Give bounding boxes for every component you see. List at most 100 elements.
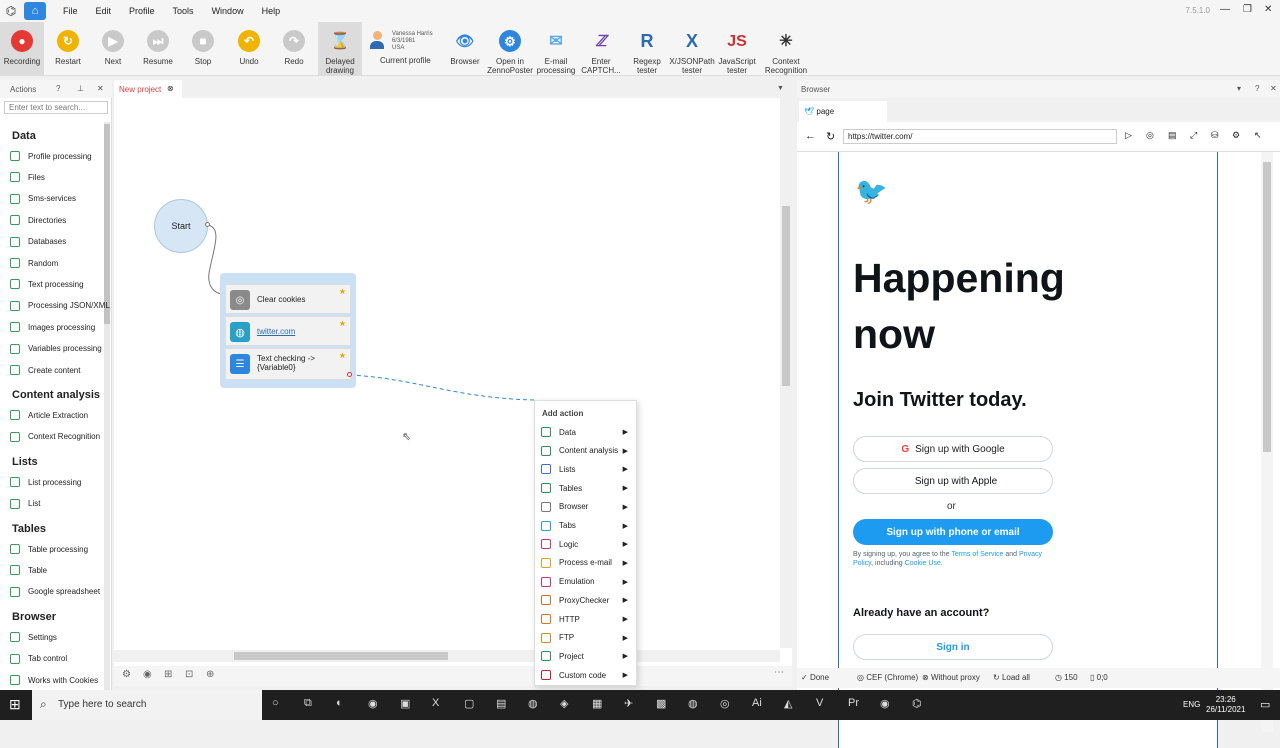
- back-icon[interactable]: ←: [805, 130, 816, 142]
- paint-icon[interactable]: ◈: [560, 697, 568, 710]
- action-group[interactable]: ◎ Clear cookies ★ ◍ twitter.com ★ ☰ Text…: [220, 273, 356, 388]
- taskbar-clock[interactable]: 23:26 26/11/2021: [1206, 695, 1245, 715]
- chrome-icon[interactable]: ◍: [688, 697, 698, 710]
- action-clear-cookies[interactable]: ◎ Clear cookies ★: [225, 284, 351, 314]
- recording-button[interactable]: ● Recording: [0, 22, 44, 76]
- reload-icon[interactable]: ↻: [826, 130, 835, 143]
- open-in-zennoposter-button[interactable]: ⚙ Open in ZennoPoster: [487, 22, 533, 76]
- menu-item[interactable]: HTTP ▶: [535, 610, 636, 628]
- browser-scrollbar[interactable]: [1261, 152, 1273, 732]
- action-list-item[interactable]: Table processing: [10, 544, 88, 554]
- close-icon[interactable]: ✕: [1264, 4, 1272, 15]
- engine-status[interactable]: ◎ CEF (Chrome): [857, 673, 918, 682]
- illustrator-icon[interactable]: Ai: [752, 697, 762, 709]
- action-list-item[interactable]: Article Extraction: [10, 410, 88, 421]
- cookies-icon[interactable]: ⛁: [1211, 130, 1219, 141]
- action-list-item[interactable]: Works with Cookies: [10, 675, 98, 685]
- tab-new-project[interactable]: New project ⊗: [114, 80, 182, 98]
- settings-icon[interactable]: ⚙: [122, 669, 131, 680]
- action-list-item[interactable]: Settings: [10, 632, 57, 643]
- user-icon[interactable]: ◉: [143, 669, 152, 680]
- more-icon[interactable]: ⋯: [774, 667, 784, 678]
- fail-output-port[interactable]: [347, 372, 352, 377]
- firefox-icon[interactable]: ◉: [368, 697, 378, 710]
- task-view-icon[interactable]: ⧉: [304, 697, 312, 710]
- excel-icon[interactable]: X: [432, 697, 439, 709]
- edge-icon[interactable]: ◐: [336, 697, 343, 709]
- project-canvas[interactable]: Start ◎ Clear cookies ★ ◍ twitter.com ★ …: [114, 98, 792, 666]
- menu-item[interactable]: Project ▶: [535, 647, 636, 665]
- help-icon[interactable]: ?: [56, 84, 60, 93]
- action-list-item[interactable]: Tab control: [10, 653, 67, 664]
- sign-in-button[interactable]: Sign in: [853, 634, 1053, 660]
- action-list-item[interactable]: Images processing: [10, 322, 95, 333]
- action-list-item[interactable]: Sms-services: [10, 193, 76, 204]
- delayed-drawing-button[interactable]: ⌛ Delayed drawing: [318, 22, 362, 76]
- action-list-item[interactable]: Google spreadsheet: [10, 586, 100, 597]
- maximize-icon[interactable]: ❐: [1243, 4, 1252, 15]
- apple-signup-button[interactable]: Sign up with Apple: [853, 468, 1053, 494]
- zennoposter-icon[interactable]: ⌬: [912, 697, 922, 710]
- browser-help-icon[interactable]: ?: [1255, 84, 1259, 93]
- pointer-icon[interactable]: ↖: [1254, 130, 1262, 141]
- taskbar-search-box[interactable]: ⌕ Type here to search: [32, 690, 262, 720]
- app-icon[interactable]: ◭: [784, 697, 792, 710]
- telegram-icon[interactable]: ✈: [624, 697, 633, 710]
- regexp-tester-button[interactable]: R Regexp tester: [624, 22, 670, 76]
- home-button[interactable]: ⌂: [24, 2, 46, 20]
- calculator-icon[interactable]: ▦: [592, 697, 602, 710]
- menu-item[interactable]: FTP ▶: [535, 629, 636, 647]
- menu-item[interactable]: Process e-mail ▶: [535, 554, 636, 572]
- action-list-item[interactable]: Variables processing: [10, 343, 102, 354]
- menu-item[interactable]: Logic ▶: [535, 535, 636, 553]
- fullscreen-icon[interactable]: ⤢: [1190, 130, 1197, 141]
- phone-signup-button[interactable]: Sign up with phone or email: [853, 519, 1053, 545]
- cortana-icon[interactable]: ○: [272, 697, 279, 709]
- restart-button[interactable]: ↻ Restart: [46, 22, 90, 76]
- chrome-icon[interactable]: ◍: [528, 697, 538, 710]
- enter-captcha-button[interactable]: ℤ Enter CAPTCH...: [579, 22, 623, 76]
- go-icon[interactable]: ▷: [1125, 130, 1132, 141]
- menu-item[interactable]: Tabs ▶: [535, 517, 636, 535]
- action-list-item[interactable]: Text processing: [10, 279, 84, 290]
- terms-link[interactable]: Terms of Service: [951, 551, 1003, 558]
- language-indicator[interactable]: ENG: [1183, 700, 1200, 709]
- email-processing-button[interactable]: ✉ E-mail processing: [534, 22, 578, 76]
- action-text-checking[interactable]: ☰ Text checking -> {Variable0} ★: [225, 348, 351, 380]
- action-list-item[interactable]: Table: [10, 565, 47, 576]
- action-list-item[interactable]: Random: [10, 258, 58, 268]
- current-profile-button[interactable]: Vanessa Harris 6/3/1981 USA Current prof…: [368, 22, 438, 76]
- lock-icon[interactable]: ⊡: [185, 669, 193, 680]
- pin-icon[interactable]: ⊥: [77, 84, 84, 93]
- next-button[interactable]: ▶ Next: [91, 22, 135, 76]
- store-icon[interactable]: ▣: [400, 697, 410, 710]
- zennoposter-icon[interactable]: ▩: [656, 697, 666, 710]
- action-navigate[interactable]: ◍ twitter.com ★: [225, 316, 351, 346]
- menu-item[interactable]: Emulation ▶: [535, 573, 636, 591]
- menu-help[interactable]: Help: [253, 6, 290, 16]
- grid-icon[interactable]: ⊞: [164, 669, 172, 680]
- discord-icon[interactable]: ◎: [720, 697, 730, 710]
- menu-window[interactable]: Window: [203, 6, 253, 16]
- obs-icon[interactable]: ◉: [880, 697, 890, 710]
- xjsonpath-tester-button[interactable]: X X/JSONPath tester: [669, 22, 714, 76]
- actions-scrollbar[interactable]: [104, 122, 110, 692]
- app-icon[interactable]: ▢: [464, 697, 474, 710]
- action-list-item[interactable]: List: [10, 498, 40, 509]
- target-icon[interactable]: ◎: [1146, 130, 1154, 141]
- tab-dropdown-icon[interactable]: ▼: [777, 85, 784, 92]
- undo-button[interactable]: ↶ Undo: [227, 22, 271, 76]
- action-list-item[interactable]: Directories: [10, 215, 66, 226]
- javascript-tester-button[interactable]: JS JavaScript tester: [715, 22, 759, 76]
- action-list-item[interactable]: Databases: [10, 236, 66, 247]
- add-icon[interactable]: ⊕: [206, 669, 214, 680]
- source-icon[interactable]: ▤: [1168, 130, 1177, 141]
- menu-item[interactable]: Browser ▶: [535, 498, 636, 516]
- settings-browser-icon[interactable]: ⚙: [1232, 130, 1240, 141]
- action-list-item[interactable]: List processing: [10, 477, 81, 488]
- menu-item[interactable]: Content analysis ▶: [535, 442, 636, 460]
- action-list-item[interactable]: Processing JSON/XML: [10, 300, 110, 311]
- notifications-icon[interactable]: ▭: [1260, 698, 1270, 711]
- browser-tool-button[interactable]: 👁 Browser: [444, 22, 486, 76]
- premiere-icon[interactable]: Pr: [848, 697, 859, 709]
